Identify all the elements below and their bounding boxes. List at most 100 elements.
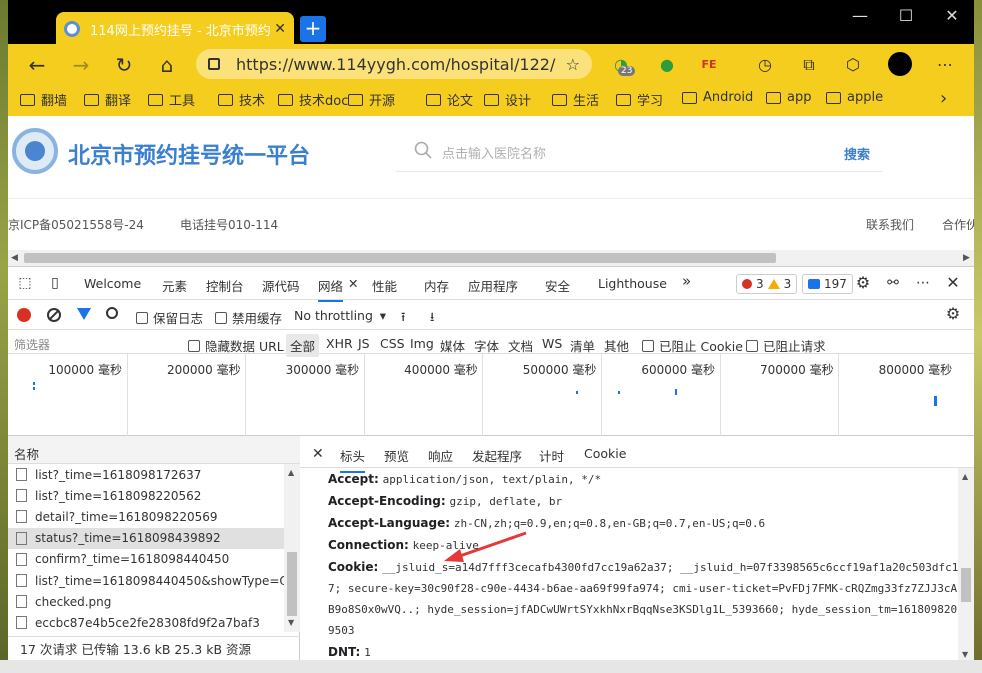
clear-icon[interactable] [47,308,61,322]
more-menu-icon[interactable]: ⋯ [932,52,958,78]
filter-type-button[interactable]: 全部 [286,334,320,357]
close-detail-icon[interactable]: ✕ [312,446,324,462]
more-options-icon[interactable]: ⋯ [914,274,932,292]
browser-tab[interactable]: 114网上预约挂号 - 北京市预约挂号 ✕ [56,12,294,46]
export-har-icon[interactable]: ⭳ [430,308,434,329]
scroll-up-icon[interactable]: ▲ [288,468,294,477]
filter-type-button[interactable]: XHR [326,336,353,351]
history-icon[interactable]: ◷ [752,52,778,78]
inspect-element-icon[interactable]: ⬚ [16,274,34,292]
collections-icon[interactable]: ⧉ [796,52,822,78]
scroll-right-icon[interactable]: ▶ [963,250,970,266]
devtools-tab[interactable]: 性能 [372,276,397,295]
site-title[interactable]: 北京市预约挂号统一平台 [68,138,310,170]
devtools-tab[interactable]: 应用程序 [468,276,518,295]
detail-tab[interactable]: 预览 [384,446,409,465]
blocked-requests-checkbox[interactable]: 已阻止请求 [746,336,826,355]
favorite-star-icon[interactable]: ☆ [566,55,580,74]
fe-extension-icon[interactable]: FE [696,52,722,78]
filter-type-button[interactable]: CSS [380,336,405,351]
bookmark-folder[interactable]: Android [682,90,753,105]
network-settings-icon[interactable]: ⚙ [944,305,962,323]
detail-tab[interactable]: 发起程序 [472,446,522,465]
request-row[interactable]: eccbc87e4b5ce2fe28308fd9f2a7baf3 [8,612,284,633]
bookmark-folder[interactable]: 工具 [148,90,195,109]
home-icon[interactable]: ⌂ [154,52,180,78]
request-list-scroll-thumb[interactable] [287,552,297,616]
filter-type-button[interactable]: 字体 [474,336,499,355]
reload-icon[interactable]: ↻ [111,52,137,78]
scroll-left-icon[interactable]: ◀ [11,250,18,266]
bookmark-folder[interactable]: 论文 [426,90,473,109]
disable-cache-checkbox[interactable]: 禁用缓存 [215,308,282,327]
request-row[interactable]: detail?_time=1618098220569 [8,506,284,527]
profile-avatar[interactable] [888,52,912,76]
filter-type-button[interactable]: 文档 [508,336,533,355]
bookmark-folder[interactable]: 学习 [616,90,663,109]
request-row[interactable]: checked.png [8,591,284,612]
close-tab-icon[interactable]: ✕ [274,21,286,37]
devtools-tab[interactable]: Lighthouse [598,276,667,291]
detail-tab[interactable]: 标头 [340,446,366,473]
address-bar[interactable]: https://www.114yygh.com/hospital/122/s..… [196,49,592,79]
close-window-icon[interactable]: ✕ [942,6,962,26]
partner-link[interactable]: 合作伙 [942,216,974,233]
devtools-tab[interactable]: 元素 [162,276,187,295]
back-icon[interactable]: ← [24,52,50,78]
filter-type-button[interactable]: 清单 [570,336,595,355]
messages-badge[interactable]: 197 [802,274,853,294]
request-row[interactable]: list?_time=1618098440450&showType=ORDER_ [8,570,284,591]
maximize-icon[interactable]: ☐ [896,6,916,26]
devtools-tab[interactable]: 源代码 [262,276,300,295]
forward-icon[interactable]: → [68,52,94,78]
bookmark-folder[interactable]: 翻墙 [20,90,67,109]
bookmark-folder[interactable]: apple [826,90,883,105]
close-network-tab-icon[interactable]: ✕ [348,276,358,291]
request-row[interactable]: list?_time=1618098220562 [8,485,284,506]
bookmarks-more-icon[interactable]: › [940,88,947,109]
request-row[interactable]: list?_time=1618098172637 [8,464,284,485]
detail-tab[interactable]: 计时 [539,446,564,465]
detail-tab[interactable]: 响应 [428,446,453,465]
customize-icon[interactable]: ⚯ [884,274,902,292]
contact-link[interactable]: 联系我们 [866,216,914,233]
filter-type-button[interactable]: Img [410,336,434,351]
devtools-tab[interactable]: 网络 [318,276,344,302]
filter-type-button[interactable]: JS [358,336,370,351]
devtools-tab[interactable]: 安全 [545,276,570,295]
scroll-up-icon[interactable]: ▲ [962,472,968,481]
evernote-icon[interactable]: ● [654,52,680,78]
bookmark-folder[interactable]: 翻译 [84,90,131,109]
throttling-select[interactable]: No throttling ▾ [290,305,390,325]
record-button[interactable] [17,308,31,322]
filter-type-button[interactable]: WS [542,336,562,351]
detail-scroll-thumb[interactable] [961,568,971,602]
scroll-down-icon[interactable]: ▼ [288,618,294,627]
bookmark-folder[interactable]: 设计 [484,90,531,109]
hospital-search-input[interactable]: 点击输入医院名称 [442,143,546,162]
close-devtools-icon[interactable]: ✕ [944,274,962,292]
devtools-tab[interactable]: 内存 [424,276,449,295]
bookmark-folder[interactable]: 开源 [348,90,395,109]
filter-type-button[interactable]: 其他 [604,336,629,355]
search-network-icon[interactable] [106,307,118,319]
import-har-icon[interactable]: ⭱ [401,308,405,329]
more-tabs-button[interactable]: » [682,272,691,290]
bookmark-folder[interactable]: app [766,90,811,105]
page-scroll-thumb[interactable] [24,253,776,263]
settings-gear-icon[interactable]: ⚙ [854,274,872,292]
devtools-tab[interactable]: Welcome [84,276,141,291]
devtools-tab[interactable]: 控制台 [206,276,244,295]
issues-badge[interactable]: 3 3 [736,274,798,294]
bookmark-folder[interactable]: 技术doc [278,90,348,109]
request-row[interactable]: confirm?_time=1618098440450 [8,549,284,570]
detail-tab[interactable]: Cookie [584,446,626,461]
bookmark-folder[interactable]: 生活 [552,90,599,109]
new-tab-button[interactable]: + [300,16,326,42]
request-row[interactable]: status?_time=1618098439892 [8,527,284,549]
search-button[interactable]: 搜索 [844,144,870,163]
bookmark-folder[interactable]: 技术 [218,90,265,109]
scroll-down-icon[interactable]: ▼ [962,650,968,659]
hide-data-urls-checkbox[interactable]: 隐藏数据 URL [188,336,284,355]
minimize-icon[interactable]: — [850,6,870,26]
